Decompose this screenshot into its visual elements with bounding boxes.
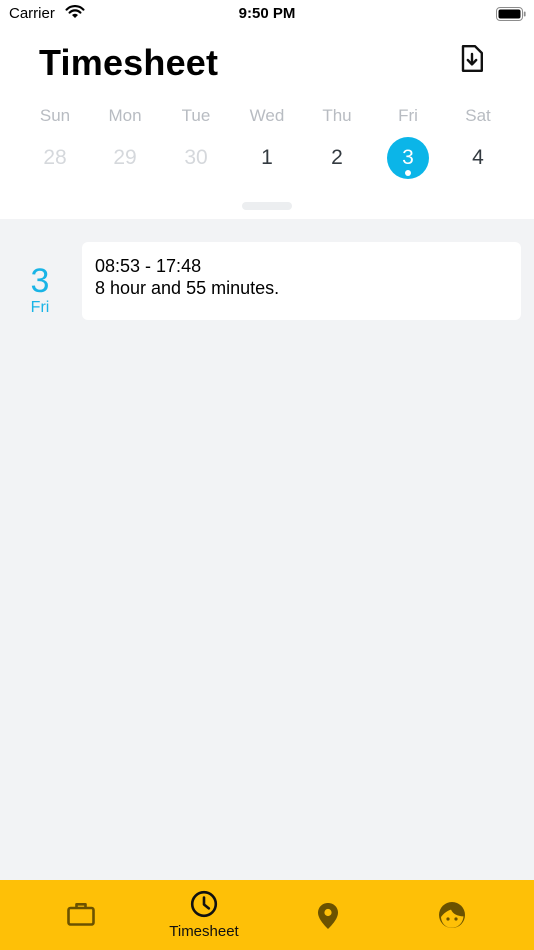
event-dot bbox=[405, 170, 411, 176]
battery-icon bbox=[496, 7, 526, 26]
day-fri[interactable]: Fri 3 bbox=[373, 86, 443, 196]
entry-date: 3 Fri bbox=[10, 263, 70, 317]
day-name: Mon bbox=[108, 106, 142, 125]
week-calendar: Sun 28 Mon 29 Tue 30 Wed 1 Thu 2 Fri 3 S… bbox=[0, 86, 534, 219]
day-number: 29 bbox=[113, 146, 137, 169]
selected-day-indicator: 3 bbox=[387, 137, 429, 179]
file-download-icon bbox=[461, 45, 483, 77]
drag-handle[interactable] bbox=[242, 202, 292, 210]
clock-icon bbox=[190, 890, 218, 923]
location-pin-icon bbox=[317, 902, 339, 935]
day-number: 2 bbox=[331, 146, 343, 169]
day-number: 28 bbox=[43, 146, 67, 169]
day-sun[interactable]: Sun 28 bbox=[20, 86, 90, 196]
day-wed[interactable]: Wed 1 bbox=[232, 86, 302, 196]
entry-duration: 8 hour and 55 minutes. bbox=[95, 278, 280, 298]
day-number: 4 bbox=[472, 146, 484, 169]
day-tue[interactable]: Tue 30 bbox=[161, 86, 231, 196]
day-number: 1 bbox=[261, 146, 273, 169]
entry-day-name: Fri bbox=[30, 299, 50, 316]
tab-profile[interactable] bbox=[385, 880, 519, 950]
day-mon[interactable]: Mon 29 bbox=[90, 86, 160, 196]
entry-day-number: 3 bbox=[30, 262, 50, 300]
status-bar: Carrier 9:50 PM bbox=[0, 0, 534, 30]
day-thu[interactable]: Thu 2 bbox=[302, 86, 372, 196]
day-name: Sat bbox=[465, 106, 491, 125]
day-name: Sun bbox=[39, 106, 71, 125]
header: Timesheet bbox=[0, 30, 534, 86]
profile-face-icon bbox=[438, 901, 466, 934]
export-button[interactable] bbox=[458, 45, 486, 77]
tab-bar: Timesheet bbox=[0, 880, 534, 950]
tab-location[interactable] bbox=[261, 880, 395, 950]
tab-jobs[interactable] bbox=[14, 880, 148, 950]
day-sat[interactable]: Sat 4 bbox=[443, 86, 513, 196]
briefcase-icon bbox=[67, 902, 95, 931]
page-title: Timesheet bbox=[39, 42, 219, 83]
entry-time-range: 08:53 - 17:48 bbox=[95, 256, 202, 276]
day-number: 3 bbox=[402, 146, 414, 169]
day-name: Wed bbox=[249, 106, 285, 125]
tab-timesheet[interactable]: Timesheet bbox=[137, 880, 271, 950]
day-name: Tue bbox=[181, 106, 211, 125]
day-name: Thu bbox=[322, 106, 352, 125]
day-number: 30 bbox=[184, 146, 208, 169]
status-time: 9:50 PM bbox=[238, 5, 296, 22]
timesheet-entry-card[interactable]: 08:53 - 17:48 8 hour and 55 minutes. bbox=[82, 242, 521, 320]
day-name: Fri bbox=[398, 106, 418, 125]
tab-label: Timesheet bbox=[169, 923, 239, 940]
